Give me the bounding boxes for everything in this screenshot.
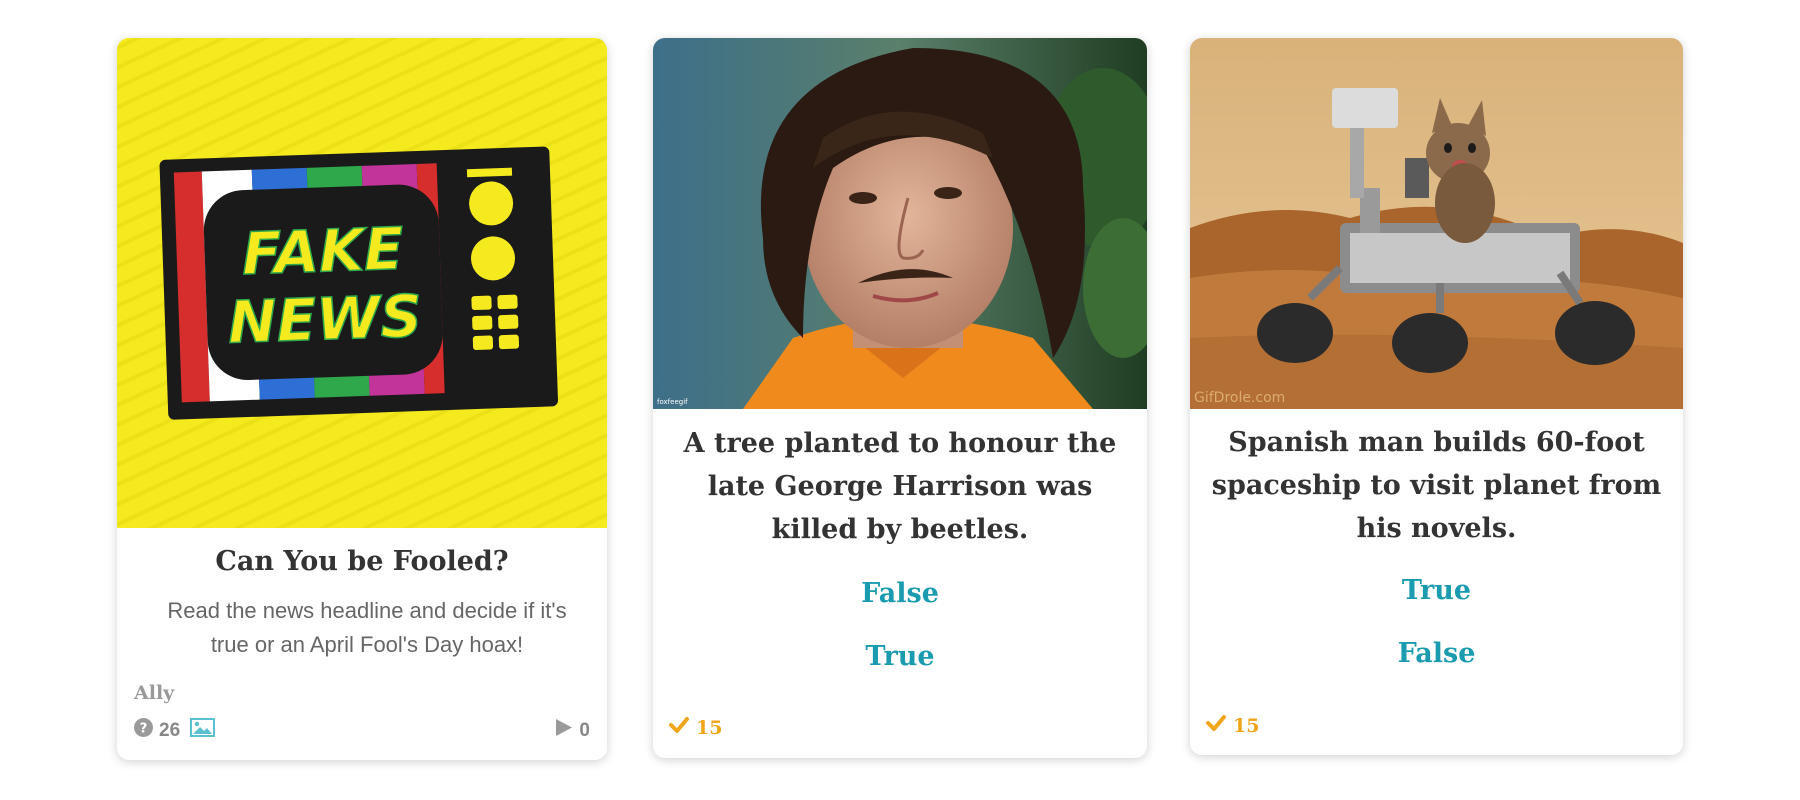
- question-text: A tree planted to honour the late George…: [683, 428, 1117, 545]
- portrait-photo: foxfeegif: [653, 38, 1147, 409]
- question-count: ? 26: [134, 718, 216, 743]
- score-value: 15: [696, 716, 723, 739]
- answer-true-button[interactable]: True: [1190, 575, 1683, 606]
- score: 15: [1206, 714, 1259, 737]
- image-icon: [190, 718, 216, 743]
- checkmark-icon: [669, 716, 689, 739]
- play-icon: [555, 718, 573, 743]
- author-name[interactable]: Ally: [134, 682, 174, 704]
- question-circle-icon: ?: [134, 718, 153, 743]
- svg-text:GifDrole.com: GifDrole.com: [1194, 390, 1285, 406]
- mars-rover-with-kitten-photo: GifDrole.com: [1190, 38, 1683, 409]
- question-card: foxfeegif A tree planted to honour the l…: [653, 38, 1147, 758]
- svg-text:?: ?: [140, 721, 148, 736]
- question-text: Spanish man builds 60-foot spaceship to …: [1211, 427, 1662, 544]
- answer-false-button[interactable]: False: [653, 578, 1147, 609]
- card-description: Read the news headline and decide if it'…: [167, 598, 567, 657]
- score: 15: [669, 716, 722, 739]
- quiz-card[interactable]: FAKE NEWS Can You be Fooled? Read the ne…: [117, 38, 607, 760]
- svg-text:FAKE: FAKE: [241, 215, 405, 289]
- answer-true-button[interactable]: True: [653, 641, 1147, 672]
- checkmark-icon: [1206, 714, 1226, 737]
- answer-false-button[interactable]: False: [1190, 638, 1683, 669]
- play-count-value: 0: [579, 719, 590, 741]
- card-title: Can You be Fooled?: [215, 546, 509, 577]
- question-count-value: 26: [159, 719, 181, 741]
- svg-text:NEWS: NEWS: [227, 282, 423, 357]
- svg-text:foxfeegif: foxfeegif: [657, 398, 688, 406]
- play-count: 0: [555, 718, 590, 743]
- fake-news-tv-illustration: FAKE NEWS: [117, 38, 607, 528]
- score-value: 15: [1233, 714, 1260, 737]
- question-card: GifDrole.com Spanish man builds 60-foot …: [1190, 38, 1683, 755]
